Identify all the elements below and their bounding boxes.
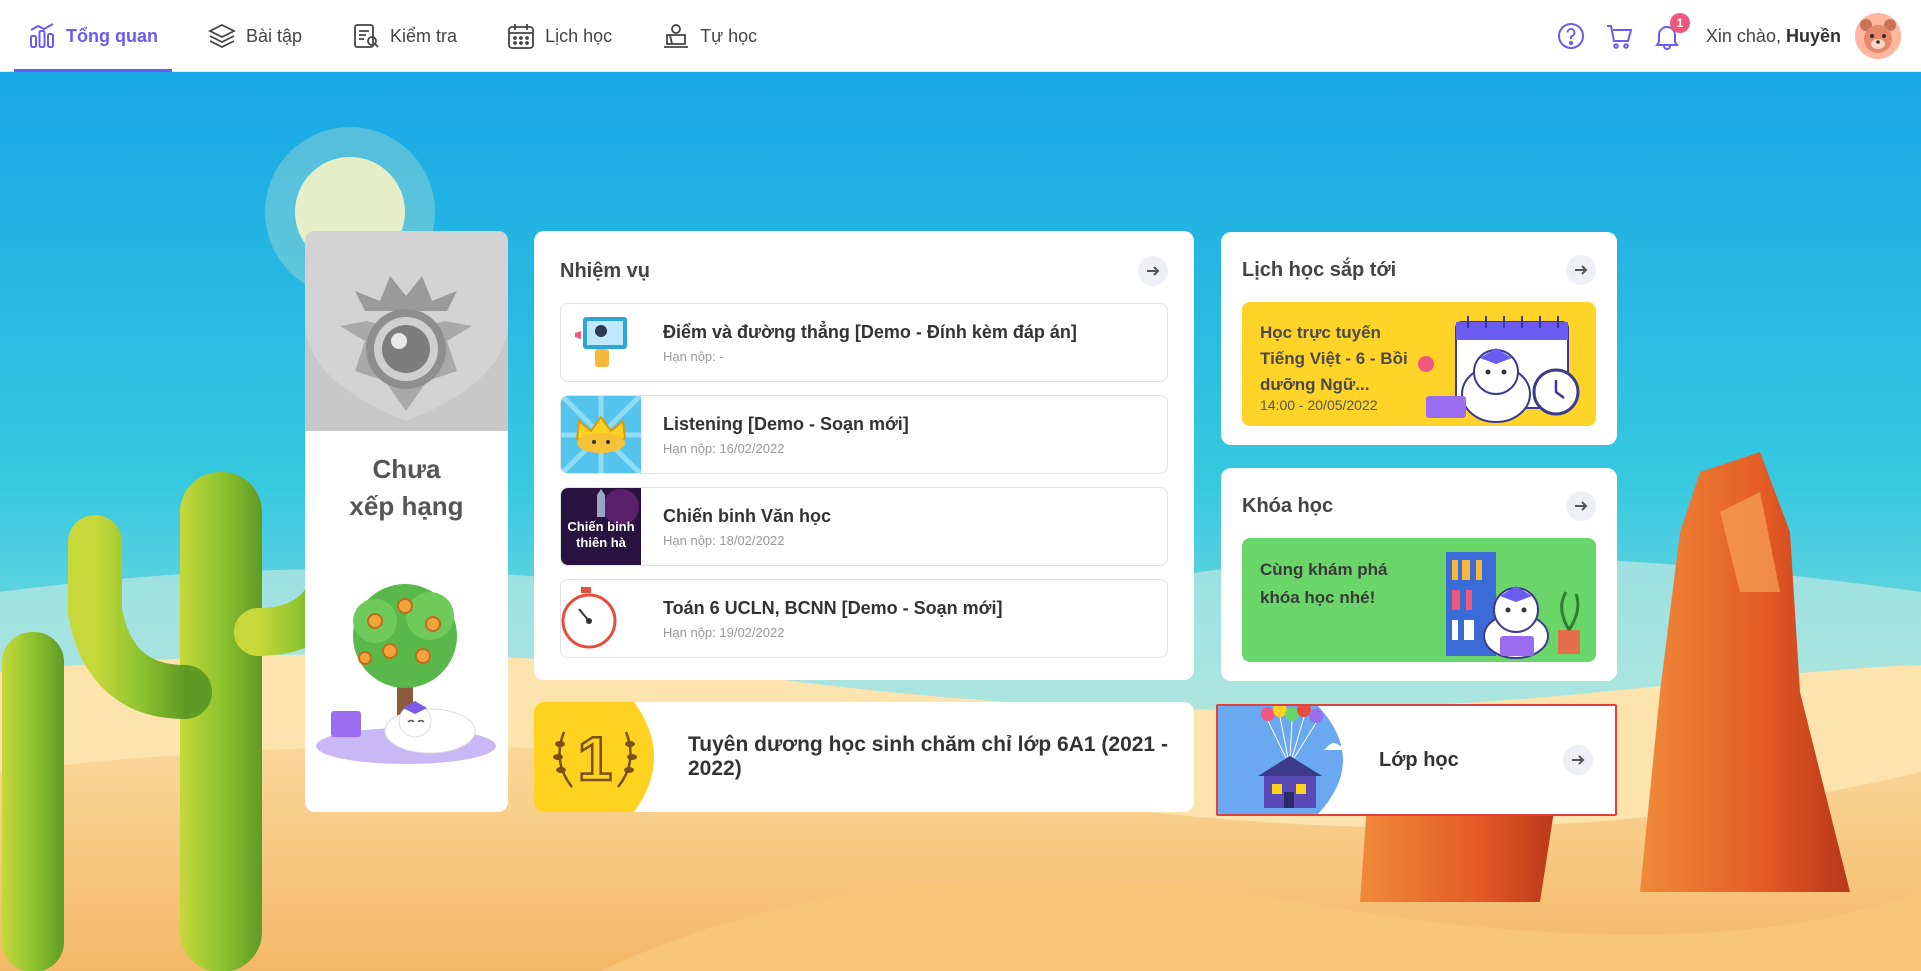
cart-icon bbox=[1606, 25, 1633, 49]
tasks-view-all-button[interactable] bbox=[1138, 256, 1168, 286]
courses-card-header: Khóa học bbox=[1242, 488, 1596, 524]
nav-label: Kiểm tra bbox=[390, 25, 458, 46]
help-button[interactable] bbox=[1554, 19, 1588, 53]
test-icon bbox=[354, 24, 379, 48]
courses-view-all-button[interactable] bbox=[1566, 491, 1596, 521]
nav-label: Bài tập bbox=[245, 25, 303, 46]
notification-badge: 1 bbox=[1669, 13, 1690, 33]
award-text: Tuyên dương học sinh chăm chỉ lớp 6A1 (2… bbox=[688, 733, 1168, 780]
teaching-screen-thumbnail-icon bbox=[561, 304, 641, 381]
rank-emblem-icon bbox=[305, 231, 508, 421]
rank-status-line2: xếp hạng bbox=[349, 491, 464, 521]
task-item[interactable]: Toán 6 UCLN, BCNN [Demo - Soạn mới] Hạn … bbox=[560, 579, 1168, 658]
task-info: Chiến binh Văn học Hạn nộp: 18/02/2022 bbox=[663, 506, 831, 548]
thumb-text-line2: thiên hà bbox=[576, 535, 627, 550]
task-info: Điểm và đường thẳng [Demo - Đính kèm đáp… bbox=[663, 322, 1077, 364]
task-title: Toán 6 UCLN, BCNN [Demo - Soạn mới] bbox=[663, 597, 1003, 618]
nav-item-bai-tap[interactable]: Bài tập bbox=[194, 0, 316, 72]
rank-status-line1: Chưa bbox=[372, 454, 441, 484]
task-item[interactable]: Listening [Demo - Soạn mới] Hạn nộp: 16/… bbox=[560, 395, 1168, 474]
arrow-right-icon bbox=[1572, 755, 1585, 765]
classes-card[interactable]: Lớp học bbox=[1216, 704, 1617, 816]
rank-card[interactable]: Chưa xếp hạng bbox=[305, 231, 508, 812]
bear-avatar-icon bbox=[1855, 13, 1901, 59]
header-actions: 1 Xin chào, Huyền bbox=[1554, 0, 1901, 72]
money-tree-illustration bbox=[316, 584, 496, 764]
award-rank-number: 1 bbox=[578, 725, 612, 794]
greeting: Xin chào, Huyền bbox=[1706, 26, 1841, 47]
schedule-event-banner[interactable]: Học trực tuyến Tiếng Việt - 6 - Bồi dưỡn… bbox=[1242, 302, 1596, 426]
rank-status: Chưa xếp hạng bbox=[305, 451, 508, 525]
notification-button[interactable]: 1 bbox=[1650, 13, 1690, 53]
avatar[interactable] bbox=[1855, 13, 1901, 59]
award-banner[interactable]: 1 Tuyên dương học sinh chăm chỉ lớp 6A1 … bbox=[534, 702, 1194, 812]
task-title: Điểm và đường thẳng [Demo - Đính kèm đáp… bbox=[663, 321, 1077, 342]
layers-icon bbox=[207, 23, 236, 49]
self-study-icon bbox=[664, 24, 689, 48]
calendar-icon bbox=[508, 24, 534, 49]
greeting-text: Xin chào, bbox=[1705, 25, 1781, 46]
tasks-card-header: Nhiệm vụ bbox=[560, 253, 1168, 289]
nav-item-tu-hoc[interactable]: Tự học bbox=[648, 0, 771, 72]
crown-thumbnail-icon bbox=[561, 396, 641, 473]
task-due-date: Hạn nộp: 19/02/2022 bbox=[663, 624, 785, 640]
nav-label: Tổng quan bbox=[66, 25, 158, 46]
balloon-house-icon bbox=[1218, 706, 1346, 814]
tasks-card: Nhiệm vụ Điểm và đường thẳng [Demo - Đín… bbox=[534, 231, 1194, 680]
task-title: Chiến binh Văn học bbox=[663, 505, 832, 526]
upcoming-schedule-card: Lịch học sắp tới Học trực tuyến Tiếng Vi… bbox=[1221, 232, 1617, 445]
courses-banner-text: Cùng khám phá khóa học nhé! bbox=[1260, 560, 1388, 607]
top-navigation-bar: Tổng quan Bài tập Kiểm tra Lịch học Tự h… bbox=[0, 0, 1921, 72]
nav-label: Tự học bbox=[700, 25, 758, 46]
task-due-date: Hạn nộp: - bbox=[663, 348, 724, 364]
question-icon bbox=[1557, 23, 1584, 49]
nav-item-kiem-tra[interactable]: Kiểm tra bbox=[338, 0, 471, 72]
tasks-title: Nhiệm vụ bbox=[560, 259, 651, 282]
courses-explore-banner[interactable]: Cùng khám phá khóa học nhé! bbox=[1242, 538, 1596, 662]
schedule-view-all-button[interactable] bbox=[1566, 255, 1596, 285]
schedule-title: Lịch học sắp tới bbox=[1242, 258, 1397, 281]
task-list: Điểm và đường thẳng [Demo - Đính kèm đáp… bbox=[560, 303, 1168, 658]
main-nav: Tổng quan Bài tập Kiểm tra Lịch học Tự h… bbox=[14, 0, 793, 72]
schedule-card-header: Lịch học sắp tới bbox=[1242, 252, 1596, 288]
task-info: Listening [Demo - Soạn mới] Hạn nộp: 16/… bbox=[663, 414, 909, 456]
courses-card: Khóa học Cùng khám phá khóa học nhé! bbox=[1221, 468, 1617, 681]
task-due-date: Hạn nộp: 18/02/2022 bbox=[663, 532, 785, 548]
arrow-right-icon bbox=[1575, 501, 1588, 511]
galaxy-warrior-thumbnail-icon: Chiến binh thiên hà bbox=[561, 488, 641, 565]
classes-open-button[interactable] bbox=[1563, 745, 1593, 775]
cart-button[interactable] bbox=[1602, 19, 1636, 53]
task-title: Listening [Demo - Soạn mới] bbox=[663, 413, 909, 434]
nav-item-tong-quan[interactable]: Tổng quan bbox=[14, 0, 172, 72]
task-due-date: Hạn nộp: 16/02/2022 bbox=[663, 440, 785, 456]
nav-item-lich-hoc[interactable]: Lịch học bbox=[493, 0, 626, 72]
task-item[interactable]: Chiến binh thiên hà Chiến binh Văn học H… bbox=[560, 487, 1168, 566]
cat-bookshelf-illustration bbox=[1446, 552, 1580, 659]
first-place-laurel-icon: 1 bbox=[534, 702, 654, 812]
cat-calendar-illustration bbox=[1418, 316, 1580, 423]
schedule-event-time: 14:00 - 20/05/2022 bbox=[1260, 397, 1378, 413]
arrow-right-icon bbox=[1575, 265, 1588, 275]
thumb-text-line1: Chiến binh bbox=[567, 519, 634, 534]
courses-title: Khóa học bbox=[1242, 494, 1334, 517]
chart-icon bbox=[30, 23, 54, 48]
arrow-right-icon bbox=[1147, 266, 1160, 276]
task-info: Toán 6 UCLN, BCNN [Demo - Soạn mới] Hạn … bbox=[663, 598, 1002, 640]
rank-emblem-area bbox=[305, 231, 508, 431]
task-item[interactable]: Điểm và đường thẳng [Demo - Đính kèm đáp… bbox=[560, 303, 1168, 382]
user-name: Huyền bbox=[1785, 25, 1841, 46]
stopwatch-thumbnail-icon bbox=[561, 580, 641, 657]
classes-title: Lớp học bbox=[1379, 748, 1459, 771]
nav-label: Lịch học bbox=[545, 25, 613, 46]
